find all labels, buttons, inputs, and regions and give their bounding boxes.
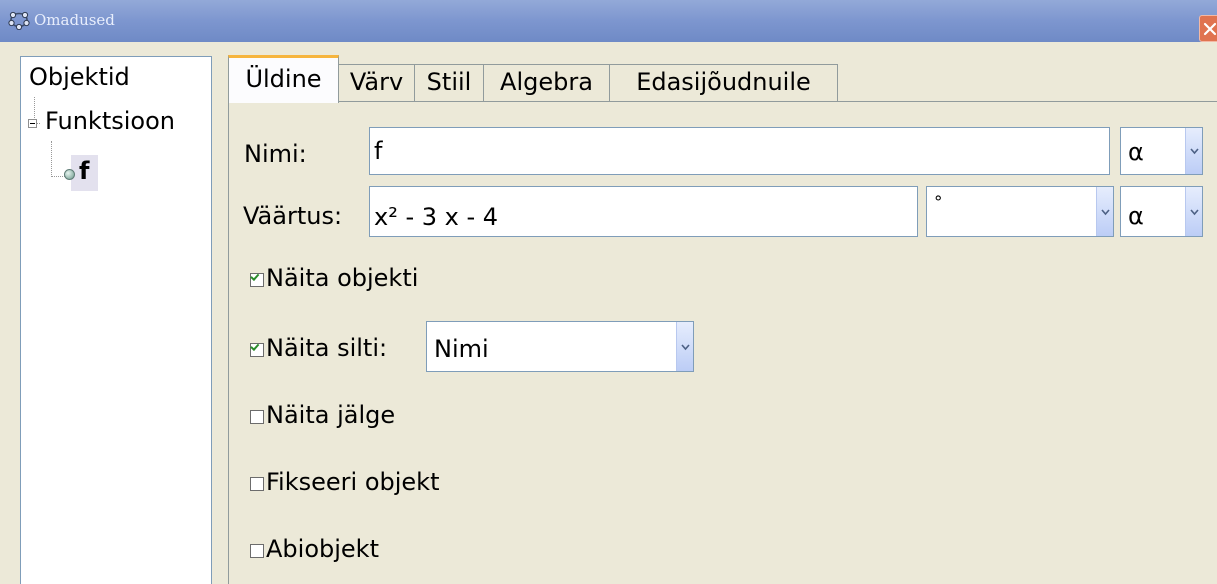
tab-stiil[interactable]: Stiil (414, 64, 484, 102)
auxiliary-object-checkbox[interactable] (250, 544, 264, 558)
window-title: Omadused (34, 11, 115, 29)
degree-symbol-dropdown[interactable]: ° (926, 186, 1114, 237)
show-trace-label: Näita jälge (266, 401, 396, 429)
object-tree[interactable]: Objektid Funktsioon f (20, 56, 212, 584)
value-symbol-value: α (1128, 202, 1144, 230)
tab-edasijoudnuile[interactable]: Edasijõudnuile (609, 64, 838, 102)
dropdown-arrow-button[interactable] (1185, 128, 1202, 174)
label-mode-value: Nimi (434, 335, 489, 363)
tab-algebra[interactable]: Algebra (483, 64, 610, 102)
dropdown-arrow-button[interactable] (676, 322, 693, 371)
tree-node-funktsioon[interactable]: Funktsioon (45, 107, 175, 135)
chevron-down-icon (681, 343, 690, 350)
value-label: Väärtus: (243, 202, 343, 230)
chevron-down-icon (1101, 208, 1110, 215)
fix-object-label: Fikseeri objekt (266, 468, 440, 496)
show-object-label: Näita objekti (266, 264, 419, 292)
show-trace-checkbox[interactable] (250, 410, 264, 424)
show-label-checkbox[interactable] (250, 343, 264, 357)
name-input[interactable]: f (369, 127, 1110, 175)
tree-root-objektid[interactable]: Objektid (29, 63, 130, 91)
tree-connector-line (51, 141, 52, 177)
degree-symbol-value: ° (934, 193, 943, 213)
window-titlebar: Omadused (0, 0, 1217, 42)
tab-uldine[interactable]: Üldine (228, 55, 339, 103)
tab-varv[interactable]: Värv (338, 64, 415, 102)
close-button[interactable] (1199, 15, 1217, 42)
object-visible-dot-icon[interactable] (64, 169, 75, 180)
close-icon (1203, 22, 1217, 36)
auxiliary-object-label: Abiobjekt (266, 535, 379, 563)
value-input[interactable]: x² - 3 x - 4 (369, 186, 918, 237)
show-label-label: Näita silti: (266, 334, 388, 362)
dropdown-arrow-button[interactable] (1096, 187, 1113, 236)
tree-leaf-f[interactable]: f (71, 155, 98, 191)
show-object-checkbox[interactable] (250, 273, 264, 287)
name-label: Nimi: (244, 140, 307, 168)
tree-leaf-label: f (79, 157, 90, 185)
label-mode-dropdown[interactable]: Nimi (426, 321, 694, 372)
dropdown-arrow-button[interactable] (1185, 187, 1202, 236)
name-symbol-dropdown[interactable]: α (1120, 127, 1203, 175)
tree-connector-line (51, 176, 65, 177)
name-symbol-value: α (1128, 138, 1144, 166)
value-symbol-dropdown[interactable]: α (1120, 186, 1203, 237)
chevron-down-icon (1190, 208, 1199, 215)
geogebra-app-icon (8, 11, 30, 30)
fix-object-checkbox[interactable] (250, 477, 264, 491)
tree-collapse-icon[interactable] (28, 119, 37, 128)
chevron-down-icon (1190, 148, 1199, 155)
